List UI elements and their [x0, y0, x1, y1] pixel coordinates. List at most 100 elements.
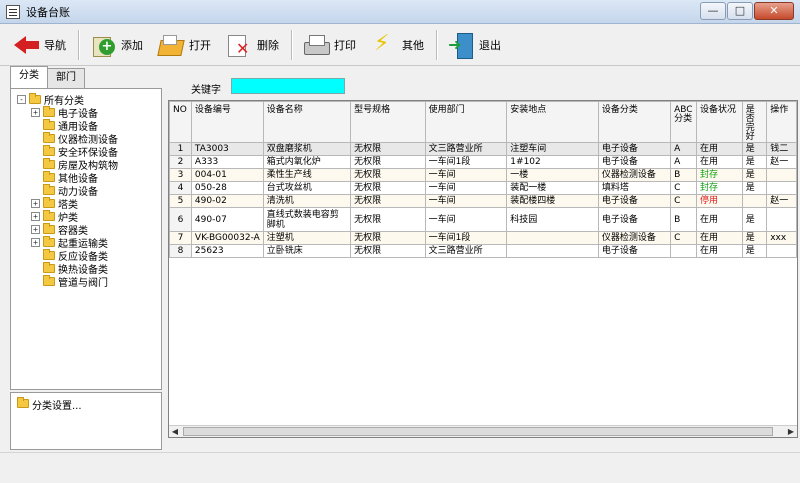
table-cell — [766, 181, 797, 195]
folder-icon — [43, 210, 55, 221]
table-row[interactable]: 5 490-02 清洗机 无权限 一车间 装配楼四楼 电子设备 C 停用 赵一 — [169, 194, 797, 208]
expand-icon[interactable]: + — [31, 212, 40, 221]
equipment-grid: NO 设备编号 设备名称 型号规格 使用部门 安装地点 设备分类 ABC分类 设备状况 是否完好操… — [168, 100, 798, 438]
tree-node[interactable]: + 炉类 — [17, 210, 161, 224]
table-row[interactable]: 6 490-07 直线式数装电容剪脚机 无权限 一车间 科技园 电子设备 B 在用是 — [169, 207, 797, 232]
table-cell: 停用 — [696, 194, 743, 208]
add-document-icon — [89, 31, 117, 59]
column-header[interactable]: 设备编号 — [190, 101, 264, 143]
left-panel: 分类 部门 - 所有分类 + 电子设备 通用设备 仪器检测设备 安全环保设备 房屋及构筑物 其他… — [10, 66, 162, 450]
print-button[interactable]: 打印 — [296, 27, 362, 63]
table-cell: 清洗机 — [262, 194, 352, 208]
maximize-button[interactable]: □ — [727, 2, 753, 20]
column-header[interactable]: 是否完好 — [741, 101, 768, 143]
folder-icon — [43, 236, 55, 247]
keyword-label: 关键字 — [191, 85, 221, 96]
folder-icon — [43, 275, 55, 286]
column-header[interactable]: 使用部门 — [424, 101, 508, 143]
close-button[interactable]: ✕ — [754, 2, 794, 20]
keyword-input[interactable] — [231, 78, 345, 94]
table-cell: 箱式内氧化炉 — [262, 155, 352, 169]
delete-button[interactable]: 删除 — [219, 27, 285, 63]
column-header[interactable]: 设备分类 — [597, 101, 672, 143]
open-button[interactable]: 打开 — [151, 27, 217, 63]
table-cell: 是 — [741, 244, 768, 258]
table-cell: 无权限 — [350, 194, 426, 208]
row-number: 3 — [169, 168, 192, 182]
table-cell: 在用 — [696, 207, 743, 232]
table-row[interactable]: 2 A333 箱式内氧化炉 无权限 一车间1段 1#102 电子设备 A 在用是赵一 — [169, 155, 797, 169]
table-cell: 封存 — [696, 181, 743, 195]
folder-icon — [43, 119, 55, 130]
minimize-button[interactable]: — — [700, 2, 726, 20]
toolbar-separator — [78, 29, 79, 60]
table-cell: 25623 — [190, 244, 264, 258]
open-folder-icon — [157, 31, 185, 59]
folder-icon — [43, 145, 55, 156]
equipment-table: NO 设备编号 设备名称 型号规格 使用部门 安装地点 设备分类 ABC分类 设备状况 是否完好操… — [169, 101, 797, 258]
table-row[interactable]: 4 050-28 台式攻丝机 无权限 一车间 装配一楼 填料塔 C 封存是 — [169, 181, 797, 195]
table-cell: VK-BG00032-A — [190, 231, 264, 245]
collapse-icon[interactable]: - — [17, 95, 26, 104]
row-number: 1 — [169, 142, 192, 156]
status-bar — [0, 452, 800, 483]
table-cell: 电子设备 — [597, 207, 672, 232]
tab-category[interactable]: 分类 — [10, 66, 48, 88]
table-cell: 490-07 — [190, 207, 264, 232]
table-cell: 无权限 — [350, 155, 426, 169]
exit-button[interactable]: 退出 — [441, 27, 507, 63]
lightning-icon — [370, 31, 398, 59]
scroll-right-icon[interactable]: ▶ — [785, 426, 797, 437]
table-cell — [766, 168, 797, 182]
horizontal-scrollbar[interactable]: ◀ ▶ — [169, 425, 797, 437]
back-arrow-icon — [12, 31, 40, 59]
table-cell: 无权限 — [350, 231, 426, 245]
table-cell: 钱二 — [766, 142, 797, 156]
table-row[interactable]: 1 TA3003 双盘磨浆机 无权限 文三路营业所 注塑车间 电子设备 A 在用是钱二 — [169, 142, 797, 156]
expand-icon[interactable]: + — [31, 199, 40, 208]
table-cell — [766, 244, 797, 258]
scroll-thumb[interactable] — [183, 427, 773, 436]
table-cell: C — [670, 194, 698, 208]
table-cell — [506, 244, 599, 258]
column-header[interactable]: 设备状况 — [696, 101, 743, 143]
table-cell: 在用 — [696, 142, 743, 156]
table-cell: 无权限 — [350, 142, 426, 156]
column-header[interactable]: 安装地点 — [506, 101, 599, 143]
table-row[interactable]: 3 004-01 柔性生产线 无权限 一车间 一楼 仪器检测设备 B 封存是 — [169, 168, 797, 182]
expand-icon[interactable]: + — [31, 225, 40, 234]
column-header[interactable]: NO — [169, 101, 192, 143]
tree-node[interactable]: 动力设备 — [17, 184, 161, 198]
column-header[interactable]: 型号规格 — [350, 101, 426, 143]
tree-node[interactable]: 管道与阀门 — [17, 275, 161, 289]
table-cell: 电子设备 — [597, 244, 672, 258]
expand-icon[interactable]: + — [31, 108, 40, 117]
category-settings[interactable]: 分类设置... — [10, 392, 162, 450]
back-button[interactable]: 导航 — [6, 27, 72, 63]
column-header[interactable]: 操作 — [766, 101, 797, 143]
title-bar: 设备台账 — □ ✕ — [0, 0, 800, 24]
table-cell — [506, 231, 599, 245]
table-row[interactable]: 8 25623 立卧铣床 无权限 文三路营业所 电子设备 在用是 — [169, 244, 797, 258]
add-button[interactable]: 添加 — [83, 27, 149, 63]
folder-icon — [43, 132, 55, 143]
table-row[interactable]: 7 VK-BG00032-A 注塑机 无权限 一车间1段 仪器检测设备 C 在用是 xxx — [169, 231, 797, 245]
table-cell: 文三路营业所 — [424, 142, 508, 156]
table-cell: C — [670, 181, 698, 195]
table-cell: 一车间1段 — [424, 231, 508, 245]
printer-icon — [302, 31, 330, 59]
scroll-left-icon[interactable]: ◀ — [169, 426, 181, 437]
folder-icon — [43, 249, 55, 260]
table-cell: 注塑车间 — [506, 142, 599, 156]
column-header[interactable]: 设备名称 — [262, 101, 352, 143]
tab-department[interactable]: 部门 — [47, 68, 85, 88]
other-button[interactable]: 其他 — [364, 27, 430, 63]
table-cell: 一车间 — [424, 194, 508, 208]
tree-node[interactable]: + 塔类 — [17, 197, 161, 211]
expand-icon[interactable]: + — [31, 238, 40, 247]
table-cell: 柔性生产线 — [262, 168, 352, 182]
app-icon — [6, 4, 20, 19]
column-header[interactable]: ABC分类 — [670, 101, 698, 143]
table-cell: A — [670, 155, 698, 169]
toolbar: 导航 添加 打开 删除 打印 其他 退出 — [0, 24, 800, 66]
